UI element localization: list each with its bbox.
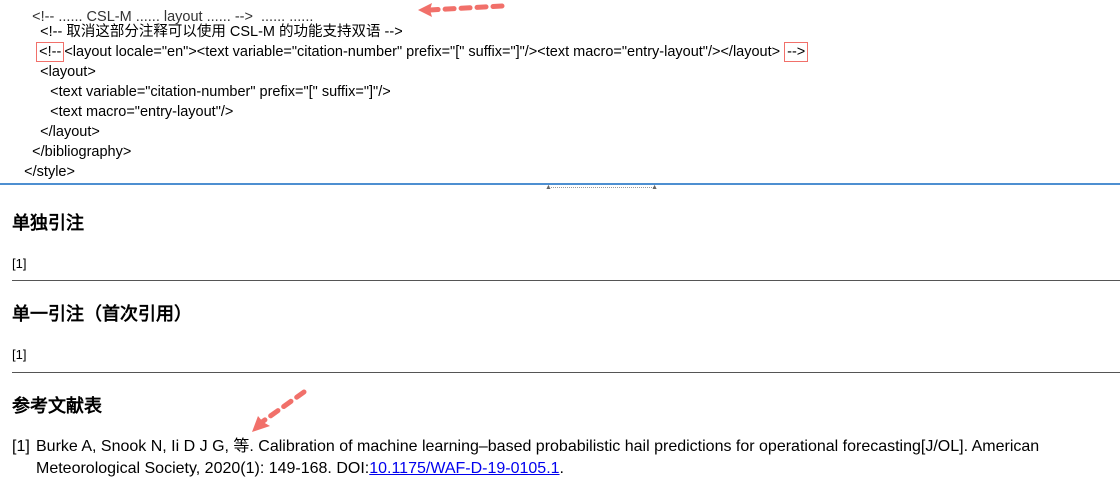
citation-preview-pane: 单独引注 [1] 单一引注（首次引用） [1] 参考文献表 [1] Burke … <box>0 191 1120 480</box>
code-line-style-close[interactable]: </style> <box>0 142 75 180</box>
bibliography-entry-number: [1] <box>12 438 30 455</box>
csl-code-editor[interactable]: <!-- ...... CSL-M ...... layout ...... -… <box>0 0 1120 184</box>
bibliography-entry-line1: Burke A, Snook N, Ii D J G, 等. Calibrati… <box>36 438 1040 455</box>
annotation-arrow-icon <box>252 389 307 432</box>
code-style-close-text: </style> <box>24 164 75 180</box>
code-bilingual-layout-text: <layout locale="en"><text variable="cita… <box>64 44 781 60</box>
code-line-bibliography-close[interactable]: </bibliography> <box>8 122 131 160</box>
first-citation-preview: [1] <box>12 347 27 362</box>
section-title-single-citation: 单独引注 <box>12 213 84 234</box>
section-divider <box>12 372 1120 373</box>
code-line-citation-number[interactable]: <text variable="citation-number" prefix=… <box>26 62 391 100</box>
code-line-layout-close[interactable]: </layout> <box>16 102 100 140</box>
single-citation-preview: [1] <box>12 256 27 271</box>
doi-link[interactable]: 10.1175/WAF-D-19-0105.1 <box>369 460 559 477</box>
annotation-arrow-icon <box>418 3 505 17</box>
code-line-comment[interactable]: <!-- 取消这部分注释可以使用 CSL-M 的功能支持双语 --> <box>16 2 403 40</box>
bibliography-entry-text: Burke A, Snook N, Ii D J G, 等. Calibrati… <box>36 436 1120 480</box>
section-title-first-citation: 单一引注（首次引用） <box>12 304 192 325</box>
splitter-dots <box>549 187 654 188</box>
bibliography-entry-line2-suffix: . <box>559 460 564 477</box>
code-line-bilingual-layout[interactable]: <!-- <layout locale="en"><text variable="… <box>12 22 809 62</box>
bibliography-entry-line2-prefix: Meteorological Society, 2020(1): 149-168… <box>36 460 370 477</box>
comment-close-highlight: --> <box>784 42 809 62</box>
code-line-layout-open[interactable]: <layout> <box>16 42 96 80</box>
section-title-bibliography: 参考文献表 <box>12 396 102 417</box>
citation-style-editor-window: <!-- ...... CSL-M ...... layout ...... -… <box>0 0 1120 480</box>
section-divider <box>12 280 1120 281</box>
code-line-entry-macro[interactable]: <text macro="entry-layout"/> <box>26 82 233 120</box>
bibliography-entry-line2: Meteorological Society, 2020(1): 149-168… <box>36 458 1120 480</box>
bibliography-entry: [1] Burke A, Snook N, Ii D J G, 等. Calib… <box>12 436 1120 480</box>
